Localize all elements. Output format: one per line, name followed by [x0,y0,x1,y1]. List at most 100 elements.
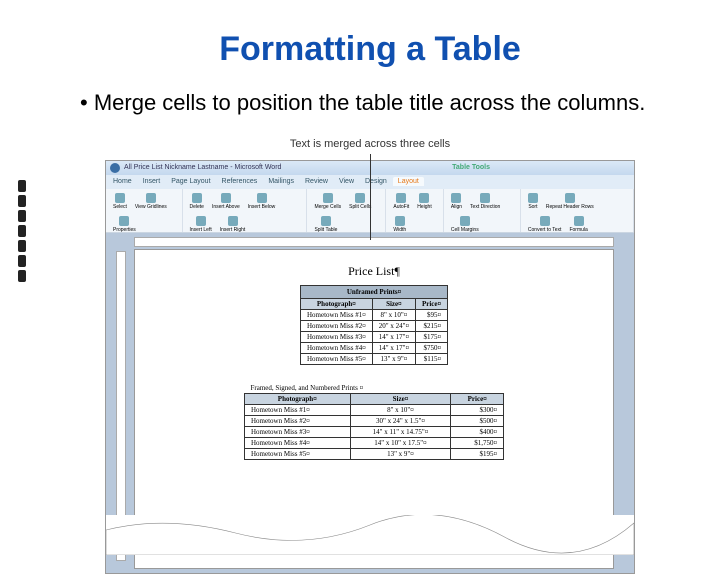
table-row[interactable]: Hometown Miss #2¤20" x 24"¤$215¤ [301,320,448,331]
table-row[interactable]: Hometown Miss #1¤8" x 10"¤$300¤ [245,404,504,415]
ribbon-group-data: Sort Repeat Header Rows Convert to TextFor… [521,189,634,232]
table-row[interactable]: Hometown Miss #4¤14" x 10" x 17.5"¤$1,75… [245,437,504,448]
tab-references[interactable]: References [217,177,263,186]
ribbon-button-insert-left[interactable]: Insert Left [187,214,215,235]
table-unframed[interactable]: Unframed Prints¤Photograph¤Size¤Price¤Ho… [300,285,448,365]
properties-icon [119,216,129,226]
ribbon-button-label: Split Cells [349,204,371,210]
insert-above-icon [221,193,231,203]
ribbon-group-cell-size: AutoFitHeightWidthCell Size [386,189,444,232]
ribbon-group-table: SelectView GridlinesPropertiesTable [106,189,183,232]
ribbon-button-label: Merge Cells [314,204,341,210]
ribbon-button-insert-below[interactable]: Insert Below [245,191,279,212]
ribbon-button-text-direction[interactable]: Text Direction [467,191,503,212]
table-framed[interactable]: Framed, Signed, and Numbered Prints ¤Pho… [175,383,573,460]
table-row[interactable]: Hometown Miss #5¤13" x 9"¤$115¤ [301,353,448,364]
table-header[interactable]: Price¤ [451,393,504,404]
ribbon-button-cell-margins[interactable]: Cell Margins [448,214,482,235]
ribbon-button-width[interactable]: Width [390,214,409,235]
document-area: Price List¶ Unframed Prints¤Photograph¤S… [106,233,634,573]
ribbon-button-formula[interactable]: Formula [566,214,590,235]
table-header[interactable]: Price¤ [415,298,447,309]
ribbon-button-insert-above[interactable]: Insert Above [209,191,243,212]
table-row[interactable]: Hometown Miss #3¤14" x 17"¤$175¤ [301,331,448,342]
ribbon-button-label: Repeat Header Rows [546,204,594,210]
ribbon-button-label: Insert Below [248,204,276,210]
table-row[interactable]: Hometown Miss #2¤30" x 24" x 1.5"¤$500¤ [245,415,504,426]
ribbon-button-sort[interactable]: Sort [525,191,541,212]
ribbon-button-autofit[interactable]: AutoFit [390,191,412,212]
ribbon-button-label: Insert Above [212,204,240,210]
bullet-text: Merge cells to position the table title … [94,90,646,115]
split-cells-icon [355,193,365,203]
ribbon-button-height[interactable]: Height [414,191,434,212]
table-row[interactable]: Hometown Miss #4¤14" x 17"¤$750¤ [301,342,448,353]
insert-below-icon [257,193,267,203]
slide: Formatting a Table • Merge cells to posi… [0,0,720,574]
ribbon-group-alignment: AlignText DirectionCell MarginsAlignment [444,189,521,232]
table-header[interactable]: Photograph¤ [245,393,351,404]
ribbon-group-merge: Merge CellsSplit CellsSplit TableMerge [307,189,386,232]
height-icon [419,193,429,203]
ribbon-group-rows-columns: Delete Insert Above Insert Below Insert Lef… [183,189,308,232]
table-row[interactable]: Hometown Miss #1¤8" x 10"¤$95¤ [301,309,448,320]
split-table-icon [321,216,331,226]
ribbon-button-label: AutoFit [393,204,409,210]
ribbon-button-label: Sort [528,204,537,210]
tab-mailings[interactable]: Mailings [263,177,299,186]
tab-view[interactable]: View [334,177,359,186]
office-button-icon[interactable] [110,163,120,173]
view-gridlines-icon [146,193,156,203]
repeat-header-rows-icon [565,193,575,203]
tab-home[interactable]: Home [108,177,137,186]
ribbon-button-label: Text Direction [470,204,500,210]
ribbon-button-properties[interactable]: Properties [110,214,139,235]
tab-design[interactable]: Design [360,177,392,186]
insert-right-icon [228,216,238,226]
callout-line [370,154,371,240]
select-icon [115,193,125,203]
table-row[interactable]: Hometown Miss #5¤13" x 9"¤$195¤ [245,448,504,459]
ribbon-button-label: Delete [190,204,204,210]
spiral-binding [18,180,26,282]
table-header[interactable]: Photograph¤ [301,298,373,309]
ribbon-button-repeat-header-rows[interactable]: Repeat Header Rows [543,191,597,212]
table-row[interactable]: Hometown Miss #3¤14" x 11" x 14.75"¤$400… [245,426,504,437]
horizontal-ruler [134,237,614,247]
ribbon-button-split-table[interactable]: Split Table [311,214,340,235]
section-title: Framed, Signed, and Numbered Prints ¤ [245,383,504,394]
ribbon-button-view-gridlines[interactable]: View Gridlines [132,191,170,212]
tab-insert[interactable]: Insert [138,177,166,186]
cell-margins-icon [460,216,470,226]
slide-title: Formatting a Table [80,30,660,69]
table-header[interactable]: Size¤ [372,298,415,309]
ribbon-button-convert-to-text[interactable]: Convert to Text [525,214,565,235]
align-icon [451,193,461,203]
tab-review[interactable]: Review [300,177,333,186]
autofit-icon [396,193,406,203]
convert-to-text-icon [540,216,550,226]
tab-page-layout[interactable]: Page Layout [166,177,215,186]
ribbon-button-merge-cells[interactable]: Merge Cells [311,191,344,212]
ribbon-button-delete[interactable]: Delete [187,191,207,212]
ribbon-button-insert-right[interactable]: Insert Right [217,214,249,235]
doc-heading: Price List¶ [175,264,573,279]
ribbon-button-label: Align [451,204,462,210]
figure: Text is merged across three cells All Pr… [105,138,635,574]
insert-left-icon [196,216,206,226]
ribbon-button-align[interactable]: Align [448,191,465,212]
tab-layout[interactable]: Layout [393,177,424,186]
contextual-tab-label: Table Tools [452,164,490,171]
ribbon-button-select[interactable]: Select [110,191,130,212]
merged-title-cell[interactable]: Unframed Prints¤ [301,285,448,298]
ribbon-button-label: Select [113,204,127,210]
text-direction-icon [480,193,490,203]
delete-icon [192,193,202,203]
formula-icon [574,216,584,226]
table-header[interactable]: Size¤ [350,393,451,404]
width-icon [395,216,405,226]
ribbon-button-label: View Gridlines [135,204,167,210]
sort-icon [528,193,538,203]
slide-bullet: • Merge cells to position the table titl… [80,89,660,118]
figure-caption: Text is merged across three cells [105,138,635,150]
